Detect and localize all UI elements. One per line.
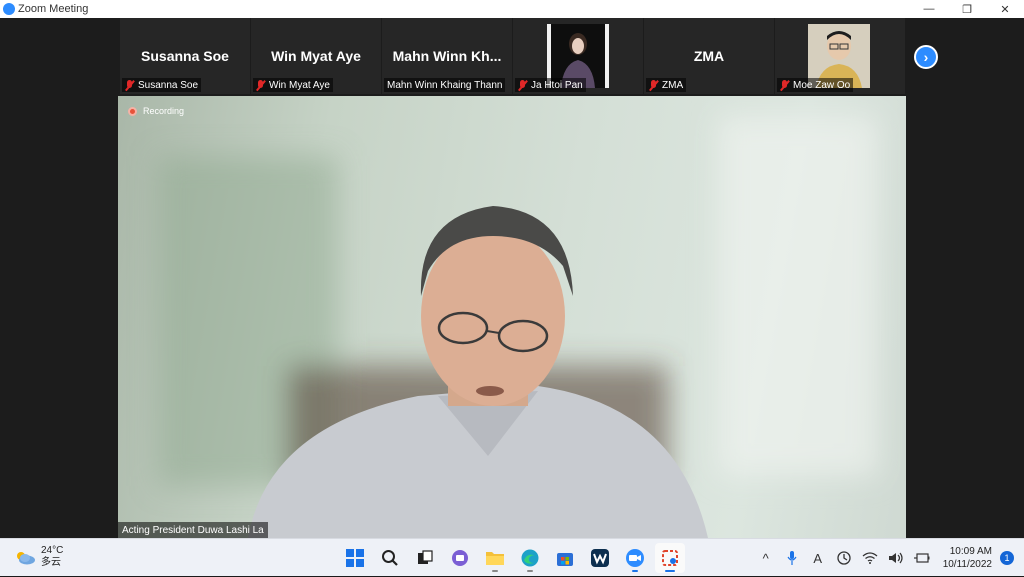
participant-name: Ja Htoi Pan: [531, 79, 583, 91]
participant-tile[interactable]: Win Myat Aye Win Myat Aye: [251, 18, 382, 94]
windows-taskbar: 24°C 多云 ^ A 10:09 AM 10/11/2022 1: [0, 538, 1024, 576]
recording-indicator[interactable]: Recording: [128, 106, 184, 116]
participant-name: Win Myat Aye: [269, 79, 330, 91]
edge-browser-button[interactable]: [515, 543, 545, 573]
restore-button[interactable]: ❐: [948, 0, 986, 18]
task-view-button[interactable]: [410, 543, 440, 573]
cloudy-weather-icon: [14, 549, 36, 565]
show-hidden-icons-chevron-icon[interactable]: ^: [755, 547, 777, 569]
mic-muted-icon: [779, 79, 790, 91]
weather-widget[interactable]: 24°C 多云: [14, 545, 63, 569]
participant-label: ZMA: [646, 78, 687, 92]
mic-muted-icon: [517, 79, 528, 91]
zoom-app-icon: [3, 3, 15, 15]
recording-icon: [128, 106, 137, 116]
mic-muted-icon: [124, 79, 135, 91]
volume-icon[interactable]: [885, 547, 907, 569]
snipping-tool-button[interactable]: [655, 543, 685, 573]
chat-icon: [452, 550, 468, 566]
teams-chat-button[interactable]: [445, 543, 475, 573]
participant-tile[interactable]: Moe Zaw Oo: [775, 18, 906, 94]
file-explorer-button[interactable]: [480, 543, 510, 573]
mic-muted-icon: [255, 79, 266, 91]
participant-tile[interactable]: Susanna Soe Susanna Soe: [120, 18, 251, 94]
close-button[interactable]: ✕: [986, 0, 1024, 18]
participant-label: Ja Htoi Pan: [515, 78, 586, 92]
participant-display-name: Susanna Soe: [141, 48, 229, 64]
microphone-icon[interactable]: [781, 547, 803, 569]
participant-name: Susanna Soe: [138, 79, 199, 91]
speaker-name-label: Acting President Duwa Lashi La: [118, 522, 268, 538]
edge-icon: [521, 549, 539, 567]
webex-icon: [591, 549, 609, 567]
search-button[interactable]: [375, 543, 405, 573]
folder-icon: [486, 552, 504, 565]
participant-display-name: Win Myat Aye: [271, 48, 361, 64]
participant-display-name: ZMA: [693, 48, 725, 64]
snipping-tool-icon: [662, 550, 678, 566]
store-icon: [557, 553, 573, 566]
notification-badge[interactable]: 1: [1000, 551, 1014, 565]
store-button[interactable]: [550, 543, 580, 573]
participant-name: ZMA: [662, 79, 684, 91]
system-clock[interactable]: 10:09 AM 10/11/2022: [943, 545, 992, 571]
meeting-stage: Susanna Soe Susanna Soe Win Myat Aye Win…: [0, 18, 1024, 538]
weather-temperature: 24°C: [41, 545, 64, 556]
weather-condition: 多云: [41, 557, 61, 568]
participant-name: Moe Zaw Oo: [793, 79, 851, 91]
input-method-indicator[interactable]: A: [807, 547, 829, 569]
webex-button[interactable]: [585, 543, 615, 573]
wifi-icon[interactable]: [859, 547, 881, 569]
participant-tile[interactable]: Mahn Winn Kh... Mahn Winn Khaing Thann: [382, 18, 513, 94]
zoom-icon: [626, 549, 644, 567]
search-icon: [382, 550, 398, 566]
zoom-taskbar-button[interactable]: [620, 543, 650, 573]
system-tray: ^ A 10:09 AM 10/11/2022 1: [755, 539, 1024, 577]
participant-label: Win Myat Aye: [253, 78, 333, 92]
participant-display-name: Mahn Winn Kh...: [392, 48, 502, 64]
taskbar-apps: [340, 543, 690, 573]
active-speaker-video: Recording Acting President Duwa Lashi La: [118, 96, 906, 538]
participant-name: Mahn Winn Khaing Thann: [387, 79, 503, 91]
window-title-bar: Zoom Meeting — ❐ ✕: [0, 0, 1024, 18]
window-title: Zoom Meeting: [18, 3, 89, 15]
mic-muted-icon: [648, 79, 659, 91]
participant-label: Mahn Winn Khaing Thann: [384, 78, 506, 92]
participant-label: Susanna Soe: [122, 78, 202, 92]
participant-label: Moe Zaw Oo: [777, 78, 854, 92]
minimize-button[interactable]: —: [910, 0, 948, 18]
participant-strip: Susanna Soe Susanna Soe Win Myat Aye Win…: [120, 18, 906, 94]
start-button[interactable]: [340, 543, 370, 573]
speaker-video-frame: [158, 116, 878, 538]
windows-logo-icon: [346, 549, 364, 567]
next-page-button[interactable]: ›: [914, 45, 938, 69]
battery-icon[interactable]: [911, 547, 933, 569]
participant-tile[interactable]: Ja Htoi Pan: [513, 18, 644, 94]
meet-now-icon[interactable]: [833, 547, 855, 569]
window-controls: — ❐ ✕: [910, 0, 1024, 18]
task-view-icon: [418, 550, 433, 564]
clock-date: 10/11/2022: [942, 559, 992, 570]
recording-label: Recording: [143, 106, 185, 116]
clock-time: 10:09 AM: [949, 546, 992, 557]
participant-tile[interactable]: ZMA ZMA: [644, 18, 775, 94]
